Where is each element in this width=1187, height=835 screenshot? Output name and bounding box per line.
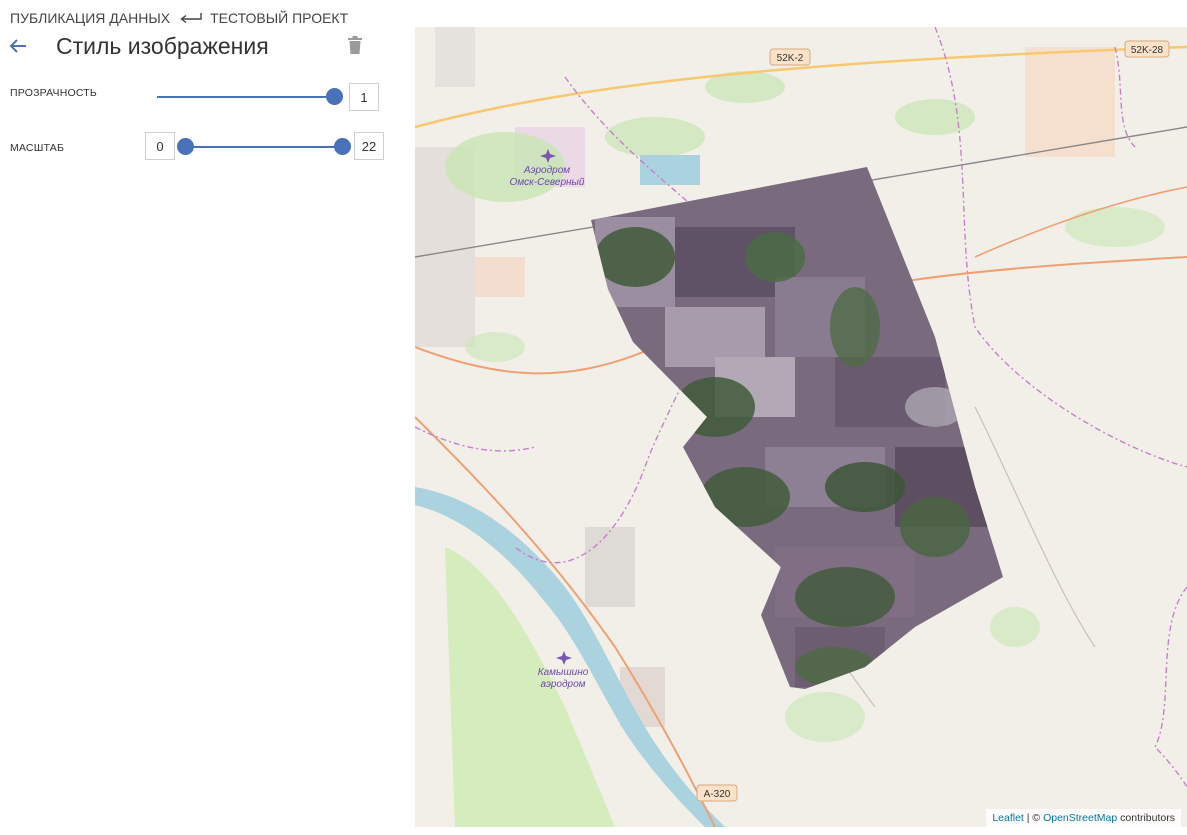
svg-text:Камышино: Камышино [538,667,589,678]
attribution-separator: | © [1023,812,1044,824]
road-label-52k28: 52K-28 [1124,40,1170,58]
map-view[interactable]: 52K-2 52K-28 A-320 Аэродром Омск-Северны… [415,27,1187,827]
map-canvas[interactable]: 52K-2 52K-28 A-320 Аэродром Омск-Северны… [415,27,1187,827]
map-attribution: Leaflet | © OpenStreetMap contributors [986,809,1181,827]
openstreetmap-link[interactable]: OpenStreetMap [1043,812,1117,824]
road-label-a320: A-320 [696,784,738,802]
svg-text:Аэродром: Аэродром [523,165,570,176]
zoom-label: МАСШТАБ [10,142,65,154]
svg-text:аэродром: аэродром [541,679,586,690]
opacity-slider-thumb[interactable] [326,88,343,105]
title-row: Стиль изображения [0,30,380,62]
leaflet-link[interactable]: Leaflet [992,812,1024,824]
zoom-min-input[interactable]: 0 [145,132,175,160]
arrow-left-icon[interactable] [8,36,28,56]
svg-text:A-320: A-320 [704,789,731,800]
attribution-suffix: contributors [1117,812,1175,824]
breadcrumb-parent-link[interactable]: ПУБЛИКАЦИЯ ДАННЫХ [10,10,170,26]
trash-icon[interactable] [347,36,363,54]
zoom-slider-track[interactable] [185,146,343,148]
opacity-label: ПРОЗРАЧНОСТЬ [10,87,97,99]
breadcrumb-current: ТЕСТОВЫЙ ПРОЕКТ [210,10,349,26]
opacity-slider-track[interactable] [157,96,335,98]
opacity-value-input[interactable]: 1 [349,83,379,111]
breadcrumb: ПУБЛИКАЦИЯ ДАННЫХ ТЕСТОВЫЙ ПРОЕКТ [10,8,348,28]
svg-text:52K-28: 52K-28 [1131,45,1164,56]
page-title: Стиль изображения [56,33,269,59]
zoom-max-input[interactable]: 22 [354,132,384,160]
zoom-min-thumb[interactable] [177,138,194,155]
svg-text:Омск-Северный: Омск-Северный [510,177,585,188]
svg-text:52K-2: 52K-2 [777,53,804,64]
enter-return-icon [180,13,202,24]
zoom-max-thumb[interactable] [334,138,351,155]
road-label-52k2: 52K-2 [769,48,811,66]
